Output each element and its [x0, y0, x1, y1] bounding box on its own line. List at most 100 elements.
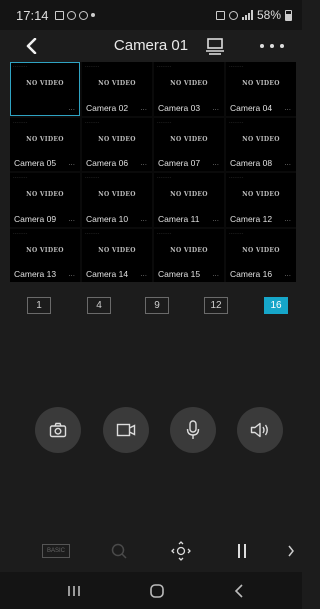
- camera-name: Camera 10: [86, 213, 129, 224]
- tile-ellipsis: ...: [140, 269, 147, 278]
- camera-tile[interactable]: -------- NO VIDEO Camera 12...: [226, 173, 296, 227]
- camera-tile[interactable]: -------- NO VIDEO...: [10, 62, 80, 116]
- tile-ellipsis: ...: [68, 102, 75, 112]
- camera-tile[interactable]: -------- NO VIDEO Camera 15...: [154, 228, 224, 282]
- tile-timestamp: --------: [229, 229, 244, 235]
- split-mode-bar: 1 4 9 12 16: [0, 290, 302, 320]
- no-video-label: NO VIDEO: [26, 191, 64, 198]
- camera-tile[interactable]: -------- NO VIDEO Camera 07...: [154, 117, 224, 171]
- split-9-button[interactable]: 9: [145, 297, 169, 314]
- pause-icon: [238, 544, 246, 558]
- snapshot-button[interactable]: [35, 407, 81, 453]
- tile-timestamp: --------: [229, 118, 244, 124]
- recent-apps-icon: [68, 586, 80, 596]
- tile-timestamp: --------: [157, 118, 172, 124]
- alarm-icon: [215, 10, 225, 20]
- camera-name: Camera 04: [230, 102, 273, 113]
- tile-ellipsis: ...: [284, 158, 291, 167]
- camera-tile[interactable]: -------- NO VIDEO Camera 13...: [10, 228, 80, 282]
- tile-timestamp: --------: [85, 174, 100, 179]
- ptz-control-icon: [171, 541, 191, 561]
- home-button[interactable]: [146, 580, 168, 602]
- system-nav-bar: [0, 572, 302, 609]
- camera-icon: [49, 422, 67, 438]
- next-page-button[interactable]: [285, 544, 297, 558]
- no-video-label: NO VIDEO: [98, 246, 136, 254]
- system-back-button[interactable]: [228, 580, 250, 602]
- split-1-button[interactable]: 1: [27, 297, 51, 314]
- more-button[interactable]: [260, 40, 284, 52]
- tile-timestamp: --------: [85, 118, 100, 124]
- camera-tile[interactable]: -------- NO VIDEO Camera 02...: [82, 62, 152, 116]
- talk-button[interactable]: [170, 407, 216, 453]
- more-icon-dot: [270, 44, 274, 48]
- status-right: 58%: [215, 8, 292, 22]
- tile-ellipsis: ...: [284, 102, 291, 112]
- notification-icons: [54, 10, 95, 20]
- tile-ellipsis: ...: [68, 269, 75, 278]
- camera-name: Camera 15: [158, 269, 201, 279]
- tile-ellipsis: ...: [68, 213, 75, 223]
- camera-name: Camera 12: [230, 213, 273, 224]
- split-4-button[interactable]: 4: [87, 297, 111, 314]
- camera-name: Camera 03: [158, 102, 201, 113]
- no-video-label: NO VIDEO: [26, 80, 64, 87]
- tile-ellipsis: ...: [140, 102, 147, 112]
- status-left: 17:14: [16, 8, 95, 23]
- basic-mode-button[interactable]: BASIC: [42, 544, 70, 558]
- camera-name: Camera 08: [230, 158, 273, 168]
- tile-ellipsis: ...: [284, 269, 291, 278]
- home-icon: [150, 584, 164, 598]
- no-video-label: NO VIDEO: [242, 191, 280, 198]
- no-video-label: NO VIDEO: [26, 246, 64, 254]
- signal-icon: [241, 10, 253, 20]
- camera-tile[interactable]: -------- NO VIDEO Camera 16...: [226, 228, 296, 282]
- system-back-icon: [234, 584, 243, 598]
- camera-name: Camera 11: [158, 213, 200, 224]
- status-time: 17:14: [16, 7, 49, 23]
- camera-tile[interactable]: -------- NO VIDEO Camera 09...: [10, 173, 80, 227]
- tile-timestamp: --------: [229, 63, 244, 68]
- tile-ellipsis: ...: [212, 158, 219, 167]
- cast-icon: [206, 38, 224, 55]
- no-video-label: NO VIDEO: [170, 191, 208, 198]
- camera-name: Camera 14: [86, 269, 129, 279]
- record-button[interactable]: [103, 407, 149, 453]
- sound-button[interactable]: [237, 407, 283, 453]
- app-notification-icon: [66, 10, 76, 20]
- ptz-button[interactable]: [170, 540, 192, 562]
- cast-button[interactable]: [205, 37, 225, 55]
- tile-timestamp: --------: [85, 229, 100, 235]
- camera-tile[interactable]: -------- NO VIDEO Camera 14...: [82, 228, 152, 282]
- more-icon-dot: [280, 44, 284, 48]
- split-16-button[interactable]: 16: [264, 297, 288, 314]
- camera-tile[interactable]: -------- NO VIDEO Camera 06...: [82, 117, 152, 171]
- no-video-label: NO VIDEO: [98, 80, 136, 87]
- tile-timestamp: --------: [13, 118, 28, 124]
- camera-name: Camera 06: [86, 158, 129, 168]
- more-notifications-icon: [90, 13, 95, 17]
- pause-button[interactable]: [235, 542, 249, 560]
- camera-name: Camera 02: [86, 102, 129, 113]
- status-bar: 17:14 58%: [0, 0, 302, 30]
- microphone-icon: [186, 420, 200, 439]
- camera-name: Camera 16: [230, 269, 273, 279]
- camera-tile[interactable]: -------- NO VIDEO Camera 04...: [226, 62, 296, 116]
- tile-timestamp: --------: [157, 174, 172, 179]
- search-button[interactable]: [110, 542, 128, 560]
- camera-tile[interactable]: -------- NO VIDEO Camera 10...: [82, 173, 152, 227]
- bottom-toolbar: BASIC: [0, 530, 302, 572]
- camera-tile[interactable]: -------- NO VIDEO Camera 05...: [10, 117, 80, 171]
- camera-grid: -------- NO VIDEO... -------- NO VIDEO Camer…: [10, 62, 296, 282]
- camera-tile[interactable]: -------- NO VIDEO Camera 11...: [154, 173, 224, 227]
- page-title: Camera 01: [113, 37, 189, 54]
- no-video-label: NO VIDEO: [170, 135, 208, 143]
- camera-name: Camera 09: [14, 213, 57, 224]
- mute-icon: [228, 10, 238, 20]
- split-12-button[interactable]: 12: [204, 297, 228, 314]
- camera-tile[interactable]: -------- NO VIDEO Camera 03...: [154, 62, 224, 116]
- no-video-label: NO VIDEO: [170, 246, 208, 254]
- camera-tile[interactable]: -------- NO VIDEO Camera 08...: [226, 117, 296, 171]
- recent-apps-button[interactable]: [63, 580, 85, 602]
- tile-timestamp: --------: [13, 174, 28, 179]
